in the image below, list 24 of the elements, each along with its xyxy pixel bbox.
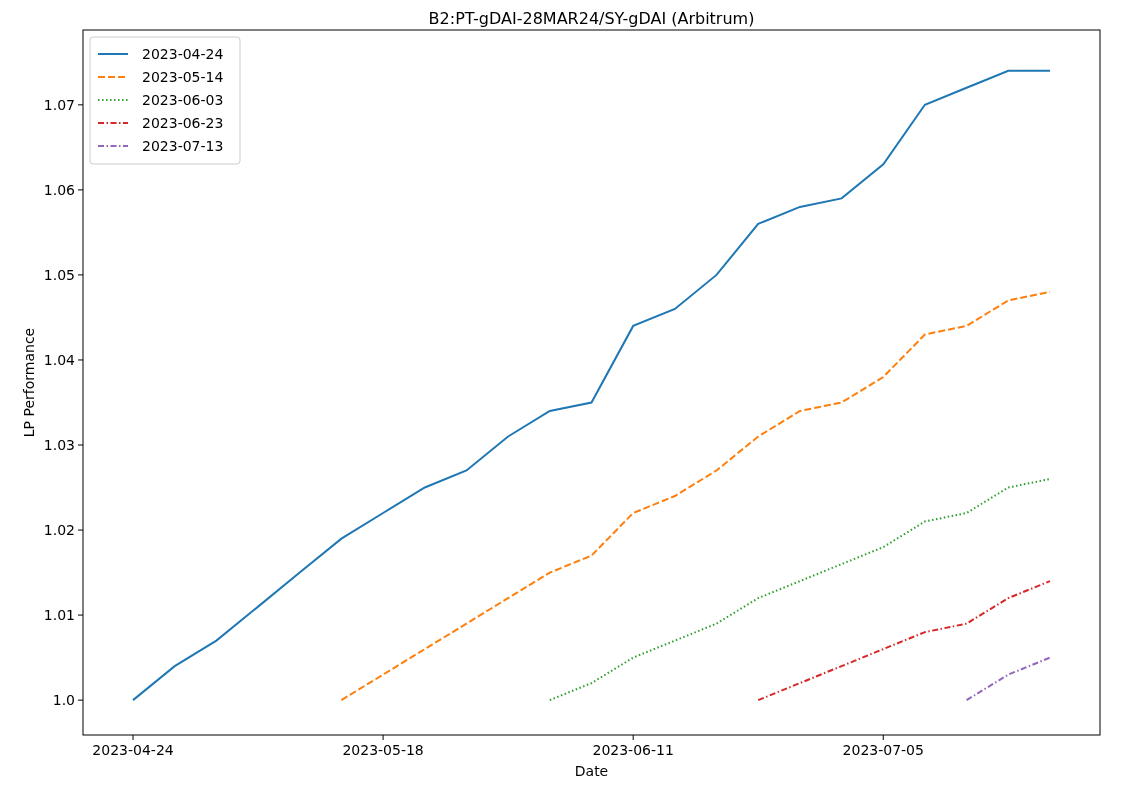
x-axis-label: Date — [574, 763, 609, 779]
legend-label: 2023-05-14 — [142, 69, 224, 85]
x-tick-label: 2023-05-18 — [342, 742, 424, 758]
legend-label: 2023-07-13 — [142, 138, 224, 154]
y-tick-label: 1.04 — [43, 351, 75, 368]
y-axis-label: LP Performance — [21, 327, 37, 438]
legend-line-sample — [97, 145, 129, 147]
y-tick-label: 1.02 — [43, 522, 75, 539]
legend-label: 2023-06-23 — [142, 115, 224, 131]
legend-label: 2023-04-24 — [142, 46, 224, 62]
chart-title: B2:PT-gDAI-28MAR24/SY-gDAI (Arbitrum) — [428, 9, 755, 28]
x-tick-label: 2023-06-11 — [592, 742, 674, 758]
y-tick-label: 1.0 — [52, 692, 75, 709]
legend-label: 2023-06-03 — [142, 92, 224, 108]
y-tick-label: 1.03 — [43, 437, 75, 453]
legend-line-sample — [97, 53, 129, 55]
x-tick-label: 2023-04-24 — [92, 742, 174, 758]
y-tick-label: 1.06 — [43, 181, 75, 198]
x-tick-label: 2023-07-05 — [842, 742, 924, 758]
y-tick-label: 1.07 — [43, 96, 75, 113]
legend-line-sample — [97, 122, 129, 124]
legend-line-sample — [97, 99, 129, 101]
y-tick-label: 1.01 — [43, 607, 75, 624]
y-tick-label: 1.05 — [43, 266, 75, 283]
